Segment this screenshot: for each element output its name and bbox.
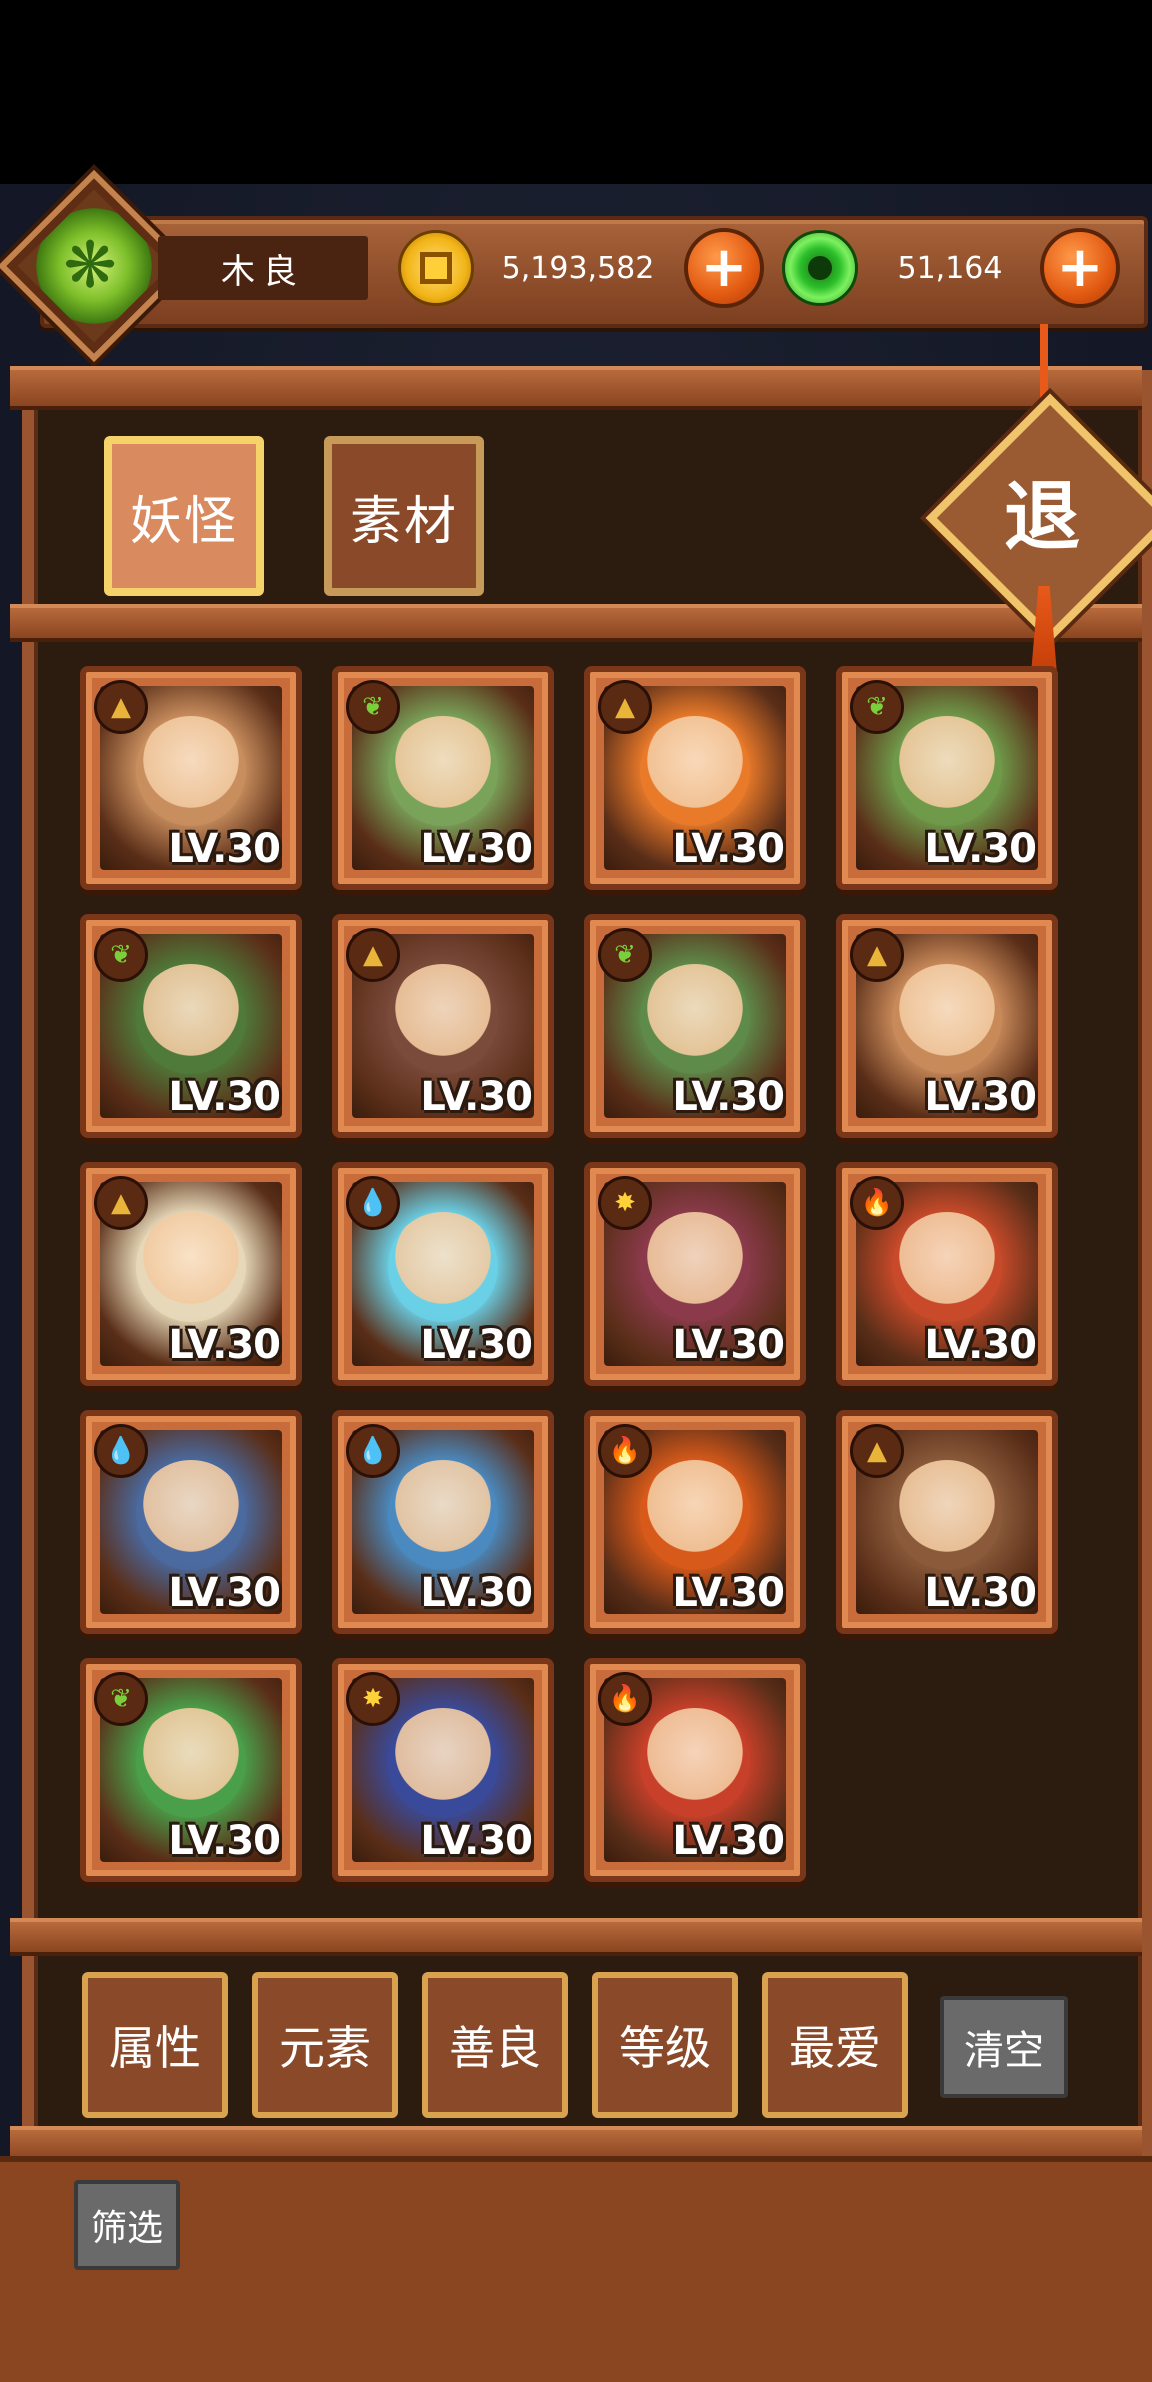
monster-card[interactable]: 🔥 LV.30 xyxy=(584,1410,806,1634)
monster-face xyxy=(388,1459,498,1570)
monster-level: LV.30 xyxy=(672,1570,785,1616)
add-jade-button[interactable]: + xyxy=(1040,228,1120,308)
wood-element-icon: ❦ xyxy=(346,680,400,734)
earth-element-icon: ▲ xyxy=(850,928,904,982)
monster-card[interactable]: ❦ LV.30 xyxy=(80,914,302,1138)
monster-card[interactable]: ❦ LV.30 xyxy=(584,914,806,1138)
monster-level: LV.30 xyxy=(168,1322,281,1368)
monster-level: LV.30 xyxy=(168,1570,281,1616)
monster-face xyxy=(640,963,750,1074)
water-element-icon: 💧 xyxy=(94,1424,148,1478)
monster-face xyxy=(892,715,1002,826)
monster-card[interactable]: ▲ LV.30 xyxy=(836,914,1058,1138)
monster-face xyxy=(892,1211,1002,1322)
monster-grid: ▲ LV.30 ❦ LV.30 ▲ LV.30 ❦ LV.30 ❦ LV.30 ▲ LV.30 ❦ LV.… xyxy=(80,666,1080,1896)
clear-button[interactable]: 清空 xyxy=(940,1996,1068,2098)
monster-card[interactable]: 💧 LV.30 xyxy=(332,1162,554,1386)
jade-coin-icon xyxy=(782,230,858,306)
monster-level: LV.30 xyxy=(924,826,1037,872)
cabinet-beam-lower xyxy=(10,1918,1142,1956)
cabinet-beam-shelf xyxy=(10,604,1142,642)
monster-level: LV.30 xyxy=(672,826,785,872)
monster-level: LV.30 xyxy=(672,1322,785,1368)
sun-element-icon: ✸ xyxy=(346,1672,400,1726)
monster-card[interactable]: 💧 LV.30 xyxy=(332,1410,554,1634)
wood-element-icon: ❦ xyxy=(94,1672,148,1726)
earth-element-icon: ▲ xyxy=(94,680,148,734)
monster-face xyxy=(388,1707,498,1818)
monster-face xyxy=(640,1707,750,1818)
monster-level: LV.30 xyxy=(924,1570,1037,1616)
monster-face xyxy=(388,963,498,1074)
monster-card[interactable]: ✸ LV.30 xyxy=(584,1162,806,1386)
monster-level: LV.30 xyxy=(924,1322,1037,1368)
tab-monsters[interactable]: 妖怪 xyxy=(104,436,264,596)
filter-element-button[interactable]: 元素 xyxy=(252,1972,398,2118)
monster-level: LV.30 xyxy=(420,826,533,872)
monster-face xyxy=(136,715,246,826)
jade-dragon-icon: ❋ xyxy=(63,229,117,303)
monster-card[interactable]: ▲ LV.30 xyxy=(584,666,806,890)
tab-materials[interactable]: 素材 xyxy=(324,436,484,596)
monster-card[interactable]: ▲ LV.30 xyxy=(836,1410,1058,1634)
monster-card[interactable]: ▲ LV.30 xyxy=(332,914,554,1138)
fire-element-icon: 🔥 xyxy=(850,1176,904,1230)
water-element-icon: 💧 xyxy=(346,1424,400,1478)
filter-kindness-button[interactable]: 善良 xyxy=(422,1972,568,2118)
monster-card[interactable]: ▲ LV.30 xyxy=(80,1162,302,1386)
monster-face xyxy=(136,963,246,1074)
screen-button[interactable]: 筛选 xyxy=(74,2180,180,2270)
earth-element-icon: ▲ xyxy=(850,1424,904,1478)
monster-card[interactable]: 💧 LV.30 xyxy=(80,1410,302,1634)
wood-element-icon: ❦ xyxy=(94,928,148,982)
monster-level: LV.30 xyxy=(672,1818,785,1864)
add-gold-button[interactable]: + xyxy=(684,228,764,308)
monster-level: LV.30 xyxy=(420,1818,533,1864)
water-element-icon: 💧 xyxy=(346,1176,400,1230)
filter-favorite-button[interactable]: 最爱 xyxy=(762,1972,908,2118)
wood-element-icon: ❦ xyxy=(598,928,652,982)
filter-level-button[interactable]: 等级 xyxy=(592,1972,738,2118)
gold-amount: 5,193,582 xyxy=(501,250,655,286)
monster-face xyxy=(136,1211,246,1322)
monster-level: LV.30 xyxy=(420,1570,533,1616)
cabinet-beam-top xyxy=(10,366,1142,410)
monster-face xyxy=(892,1459,1002,1570)
monster-level: LV.30 xyxy=(672,1074,785,1120)
monster-face xyxy=(388,715,498,826)
sun-element-icon: ✸ xyxy=(598,1176,652,1230)
monster-card[interactable]: 🔥 LV.30 xyxy=(836,1162,1058,1386)
monster-face xyxy=(388,1211,498,1322)
monster-level: LV.30 xyxy=(168,1074,281,1120)
earth-element-icon: ▲ xyxy=(598,680,652,734)
monster-level: LV.30 xyxy=(168,1818,281,1864)
earth-element-icon: ▲ xyxy=(346,928,400,982)
monster-card[interactable]: ❦ LV.30 xyxy=(332,666,554,890)
fire-element-icon: 🔥 xyxy=(598,1672,652,1726)
monster-card[interactable]: 🔥 LV.30 xyxy=(584,1658,806,1882)
monster-face xyxy=(640,1459,750,1570)
monster-face xyxy=(640,715,750,826)
filter-attribute-button[interactable]: 属性 xyxy=(82,1972,228,2118)
monster-face xyxy=(892,963,1002,1074)
monster-face xyxy=(136,1459,246,1570)
gold-coin-icon xyxy=(398,230,474,306)
exit-label: 退 xyxy=(1004,472,1080,561)
monster-face xyxy=(640,1211,750,1322)
monster-face xyxy=(136,1707,246,1818)
monster-level: LV.30 xyxy=(168,826,281,872)
monster-level: LV.30 xyxy=(420,1074,533,1120)
monster-card[interactable]: ❦ LV.30 xyxy=(836,666,1058,890)
monster-level: LV.30 xyxy=(924,1074,1037,1120)
earth-element-icon: ▲ xyxy=(94,1176,148,1230)
jade-amount: 51,164 xyxy=(897,250,1003,286)
fire-element-icon: 🔥 xyxy=(598,1424,652,1478)
wood-element-icon: ❦ xyxy=(850,680,904,734)
player-name: 木良 xyxy=(158,236,368,300)
monster-card[interactable]: ▲ LV.30 xyxy=(80,666,302,890)
monster-card[interactable]: ✸ LV.30 xyxy=(332,1658,554,1882)
monster-level: LV.30 xyxy=(420,1322,533,1368)
monster-card[interactable]: ❦ LV.30 xyxy=(80,1658,302,1882)
